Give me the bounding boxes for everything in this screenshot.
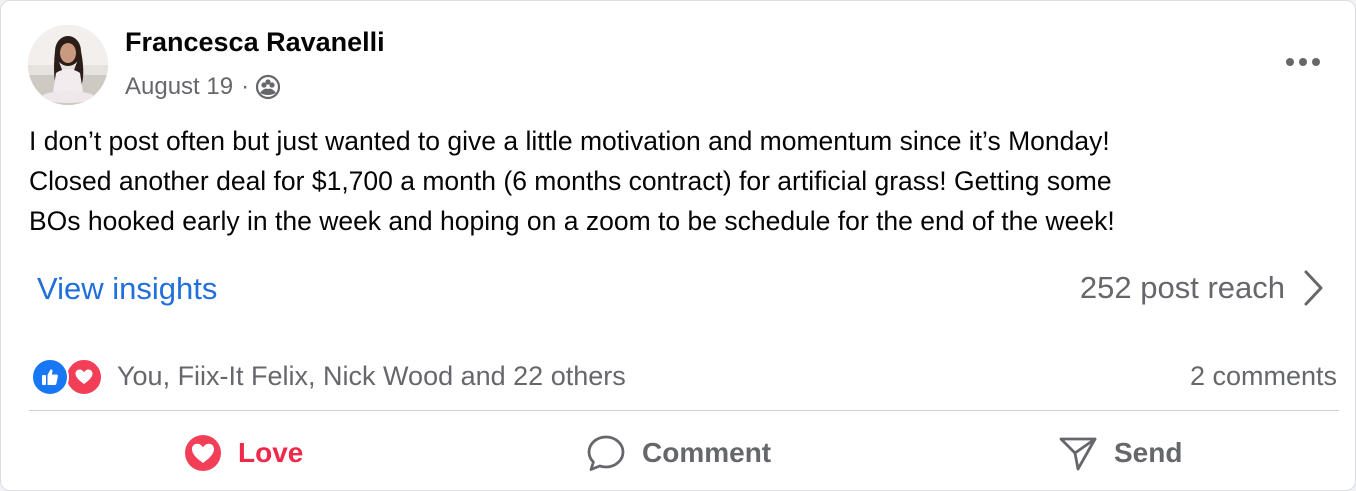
send-label: Send [1114, 437, 1183, 468]
author-name[interactable]: Francesca Ravanelli [125, 27, 385, 58]
love-icon [185, 435, 221, 471]
meta-separator: · [241, 73, 250, 100]
reaction-icons [31, 357, 107, 396]
author-avatar[interactable] [28, 25, 108, 105]
friends-audience-icon[interactable] [255, 74, 281, 100]
post-text-line: Closed another deal for $1,700 a month (… [29, 166, 1112, 196]
love-reaction-icon [65, 358, 103, 396]
post-reach-link[interactable]: 252 post reach [1080, 269, 1325, 307]
love-label: Love [238, 437, 304, 468]
send-icon [1059, 437, 1097, 471]
post-reach-label: 252 post reach [1079, 270, 1285, 305]
reactors-text: You, Fiix-It Felix, Nick Wood and 22 oth… [117, 360, 626, 391]
reactions-summary[interactable]: You, Fiix-It Felix, Nick Wood and 22 oth… [31, 357, 626, 396]
post-text-line: I don’t post often but just wanted to gi… [29, 126, 1110, 156]
avatar-photo [28, 25, 108, 105]
post-body: I don’t post often but just wanted to gi… [29, 121, 1329, 241]
post-date[interactable]: August 19 [125, 73, 233, 101]
post-text-line: BOs hooked early in the week and hoping … [29, 206, 1115, 236]
post-card: Francesca Ravanelli August 19 · I don’t … [0, 0, 1356, 491]
comment-button[interactable]: Comment [586, 425, 771, 481]
comment-icon [587, 435, 625, 471]
post-meta: August 19 · [125, 71, 281, 103]
chevron-right-icon [1304, 270, 1323, 306]
like-reaction-icon [31, 358, 69, 396]
comments-count[interactable]: 2 comments [1190, 361, 1337, 392]
more-options-button[interactable] [1277, 45, 1329, 79]
divider [29, 410, 1339, 411]
more-options-icon [1286, 58, 1320, 66]
love-button[interactable]: Love [184, 425, 303, 481]
send-button[interactable]: Send [1058, 425, 1182, 481]
view-insights-link[interactable]: View insights [37, 271, 217, 307]
comment-label: Comment [642, 437, 772, 468]
